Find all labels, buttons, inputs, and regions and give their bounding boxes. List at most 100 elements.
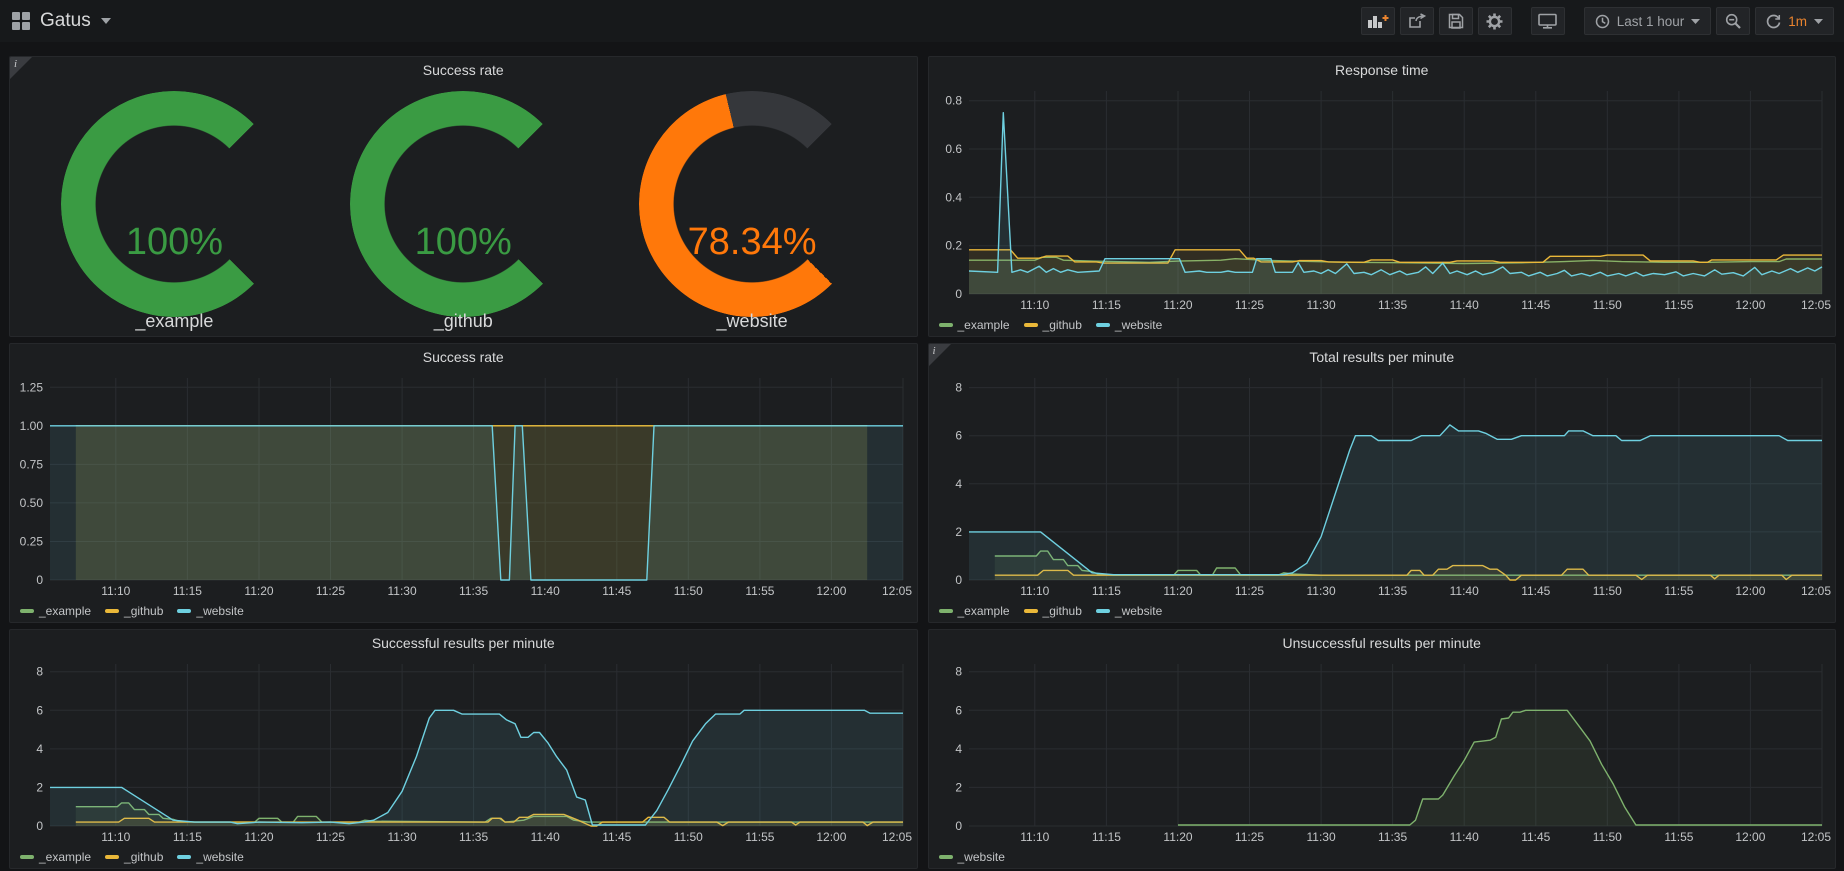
legend-swatch [939, 323, 953, 327]
legend-item-_example[interactable]: _example [939, 318, 1010, 332]
svg-text:11:50: 11:50 [1592, 298, 1621, 312]
legend-swatch [1096, 323, 1110, 327]
svg-text:11:45: 11:45 [1521, 584, 1550, 598]
svg-text:11:20: 11:20 [1163, 298, 1192, 312]
svg-text:11:40: 11:40 [1449, 830, 1478, 844]
svg-text:11:55: 11:55 [1664, 830, 1693, 844]
svg-text:11:35: 11:35 [1378, 584, 1407, 598]
chart-canvas[interactable]: 0246811:1011:1511:2011:2511:3011:3511:40… [10, 656, 917, 846]
apps-grid-icon[interactable] [12, 12, 30, 30]
time-range-label: Last 1 hour [1617, 14, 1685, 29]
legend-swatch [939, 609, 953, 613]
share-icon [1408, 13, 1426, 29]
svg-text:11:55: 11:55 [745, 584, 774, 598]
response-time-chart[interactable]: 00.20.40.60.811:1011:1511:2011:2511:3011… [929, 83, 1836, 314]
panel-title-response-time[interactable]: Response time [929, 57, 1836, 83]
svg-text:11:10: 11:10 [1020, 584, 1049, 598]
legend: _example _github _website [929, 314, 1836, 336]
legend-item-_website[interactable]: _website [177, 850, 243, 864]
refresh-button[interactable]: 1m [1755, 7, 1834, 35]
legend-item-_example[interactable]: _example [20, 850, 91, 864]
gauge-row: 100% _example 100% _github 78.34% _websi… [10, 83, 917, 336]
chart-canvas[interactable]: 00.20.40.60.811:1011:1511:2011:2511:3011… [929, 83, 1836, 314]
gauge-value: 100% [30, 221, 319, 264]
svg-text:11:25: 11:25 [316, 584, 345, 598]
svg-text:0.50: 0.50 [20, 496, 44, 510]
legend-label: _website [196, 604, 243, 618]
svg-text:11:45: 11:45 [1521, 830, 1550, 844]
panel-info-icon[interactable]: i [10, 57, 32, 79]
legend-item-_website[interactable]: _website [939, 850, 1005, 864]
legend: _example _github _website [10, 600, 917, 622]
svg-text:1.00: 1.00 [20, 419, 44, 433]
svg-text:12:05: 12:05 [882, 584, 912, 598]
svg-text:11:35: 11:35 [459, 584, 488, 598]
caret-down-icon[interactable] [101, 18, 111, 24]
svg-text:4: 4 [36, 742, 43, 756]
legend-item-_website[interactable]: _website [1096, 318, 1162, 332]
share-button[interactable] [1400, 7, 1434, 35]
svg-text:11:50: 11:50 [674, 830, 703, 844]
gauge-label: _example [30, 311, 319, 332]
gauge-website: 78.34% _website [608, 83, 897, 336]
zoom-out-button[interactable] [1716, 7, 1750, 35]
svg-text:11:25: 11:25 [1234, 298, 1263, 312]
legend-swatch [939, 855, 953, 859]
svg-text:6: 6 [36, 703, 43, 717]
svg-text:0: 0 [36, 819, 43, 833]
chart-canvas[interactable]: 0246811:1011:1511:2011:2511:3011:3511:40… [929, 370, 1836, 600]
svg-text:11:25: 11:25 [1234, 584, 1263, 598]
gauge-arc [350, 91, 576, 317]
successful-rpm-chart[interactable]: 0246811:1011:1511:2011:2511:3011:3511:40… [10, 656, 917, 846]
legend-item-_github[interactable]: _github [1024, 604, 1082, 618]
settings-button[interactable] [1478, 7, 1512, 35]
svg-text:11:15: 11:15 [173, 830, 202, 844]
panel-title-unsuccessful-rpm[interactable]: Unsuccessful results per minute [929, 630, 1836, 656]
panel-info-icon[interactable]: i [929, 344, 951, 366]
save-button[interactable] [1439, 7, 1473, 35]
legend-item-_example[interactable]: _example [20, 604, 91, 618]
svg-text:4: 4 [955, 742, 962, 756]
legend-item-_github[interactable]: _github [105, 850, 163, 864]
legend-item-_website[interactable]: _website [1096, 604, 1162, 618]
svg-text:11:15: 11:15 [173, 584, 202, 598]
legend-label: _example [958, 604, 1010, 618]
legend-item-_website[interactable]: _website [177, 604, 243, 618]
total-rpm-chart[interactable]: 0246811:1011:1511:2011:2511:3011:3511:40… [929, 370, 1836, 600]
legend-item-_github[interactable]: _github [105, 604, 163, 618]
unsuccessful-rpm-chart[interactable]: 0246811:1011:1511:2011:2511:3011:3511:40… [929, 656, 1836, 846]
legend-item-_github[interactable]: _github [1024, 318, 1082, 332]
chart-canvas[interactable]: 00.250.500.751.001.2511:1011:1511:2011:2… [10, 370, 917, 600]
panel-title-success-rate[interactable]: Success rate [10, 57, 917, 83]
svg-text:11:35: 11:35 [1378, 298, 1407, 312]
svg-text:12:00: 12:00 [1735, 584, 1765, 598]
dashboard-title[interactable]: Gatus [40, 10, 91, 32]
panel-title-successful-rpm[interactable]: Successful results per minute [10, 630, 917, 656]
legend-label: _website [958, 850, 1005, 864]
svg-text:0.8: 0.8 [945, 94, 962, 108]
gauge-github: 100% _github [319, 83, 608, 336]
svg-text:2: 2 [955, 525, 962, 539]
svg-text:11:35: 11:35 [1378, 830, 1407, 844]
panel-title-total-rpm[interactable]: Total results per minute [929, 344, 1836, 370]
svg-text:11:35: 11:35 [459, 830, 488, 844]
svg-text:4: 4 [955, 477, 962, 491]
success-rate-chart[interactable]: 00.250.500.751.001.2511:1011:1511:2011:2… [10, 370, 917, 600]
svg-text:0: 0 [36, 573, 43, 587]
add-panel-button[interactable] [1361, 7, 1395, 35]
time-range-picker[interactable]: Last 1 hour [1584, 7, 1712, 35]
svg-text:11:55: 11:55 [745, 830, 774, 844]
legend-swatch [1024, 323, 1038, 327]
svg-text:11:15: 11:15 [1091, 298, 1120, 312]
svg-text:11:10: 11:10 [1020, 830, 1049, 844]
panel-title-success-rate-ts[interactable]: Success rate [10, 344, 917, 370]
svg-text:11:45: 11:45 [1521, 298, 1550, 312]
svg-text:11:45: 11:45 [602, 830, 631, 844]
legend-item-_example[interactable]: _example [939, 604, 1010, 618]
refresh-interval-label: 1m [1788, 14, 1807, 29]
svg-text:11:30: 11:30 [388, 830, 417, 844]
dashboard-grid: i Success rate 100% _example 100% _githu… [0, 42, 1844, 869]
tv-mode-button[interactable] [1531, 7, 1565, 35]
legend-label: _github [1043, 604, 1082, 618]
chart-canvas[interactable]: 0246811:1011:1511:2011:2511:3011:3511:40… [929, 656, 1836, 846]
